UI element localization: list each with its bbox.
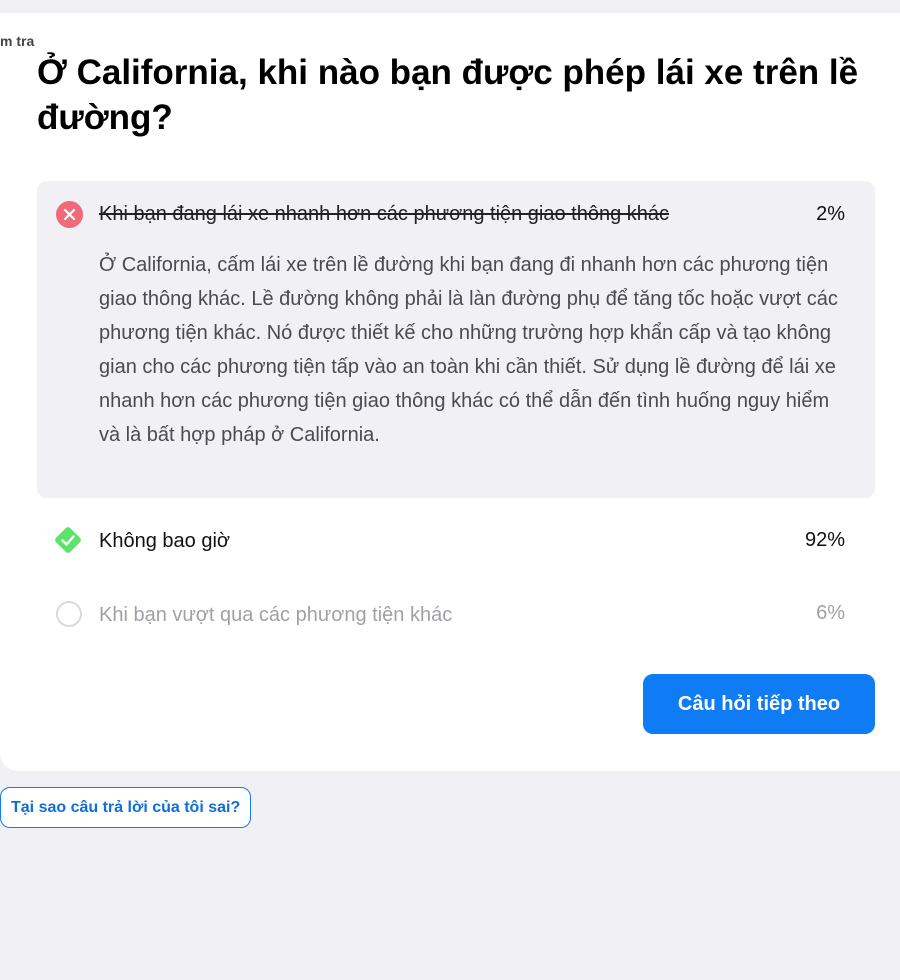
answer-text: Không bao giờ [99,530,230,552]
question-title: Ở California, khi nào bạn được phép lái … [37,53,859,137]
why-wrong-button[interactable]: Tại sao câu trả lời của tôi sai? [0,787,252,828]
answer-option-correct[interactable]: Không bao giờ 92% [37,520,875,560]
answer-percent: 6% [816,602,845,624]
breadcrumb: m tra [0,33,35,49]
answer-percent: 92% [804,529,845,551]
answer-option-incorrect[interactable]: Khi bạn đang lái xe nhanh hơn các phương… [37,181,875,498]
next-question-button[interactable]: Câu hỏi tiếp theo [643,674,875,734]
answer-option[interactable]: Khi bạn vượt qua các phương tiện khác 6% [37,594,875,634]
radio-icon [56,601,82,627]
answer-percent: 2% [816,203,845,225]
answer-explanation: Ở California, cấm lái xe trên lề đường k… [99,254,838,446]
answer-text: Khi bạn đang lái xe nhanh hơn các phương… [99,203,670,225]
close-icon [56,201,83,228]
answer-text: Khi bạn vượt qua các phương tiện khác [99,604,453,626]
check-icon [51,523,85,557]
